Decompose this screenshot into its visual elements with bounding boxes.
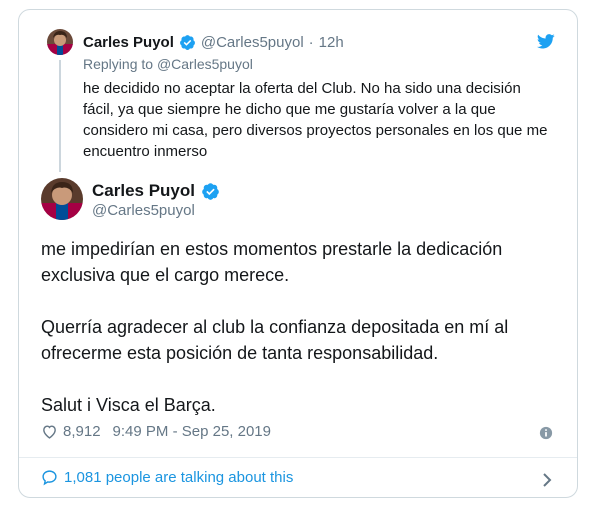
parent-author-handle[interactable]: @Carles5puyol [201,34,304,51]
tweet-paragraph: Querría agradecer al club la confianza d… [41,317,509,363]
divider [19,457,577,458]
heart-icon[interactable] [41,423,58,440]
parent-header: Carles Puyol @Carles5puyol · 12h [83,32,344,52]
twitter-bird-icon[interactable] [537,34,555,49]
info-icon[interactable] [539,426,553,440]
main-author-handle[interactable]: @Carles5puyol [92,202,195,219]
talking-about-text[interactable]: 1,081 people are talking about this [64,469,293,486]
replying-prefix: Replying to [83,56,154,72]
replying-handle[interactable]: @Carles5puyol [157,56,253,72]
parent-author-name[interactable]: Carles Puyol [83,34,174,51]
tweet-paragraph: Salut i Visca el Barça. [41,395,216,415]
tweet-meta: 8,912 9:49 PM - Sep 25, 2019 [41,423,271,440]
parent-timestamp[interactable]: 12h [319,34,344,51]
embedded-tweet-card: Carles Puyol @Carles5puyol · 12h Replyin… [18,9,578,498]
main-author-row: Carles Puyol [92,181,220,201]
verified-badge-icon [179,34,195,50]
like-count[interactable]: 8,912 [63,423,101,440]
parent-tweet[interactable]: Carles Puyol @Carles5puyol · 12h Replyin… [19,10,577,176]
main-tweet-text: me impedirían en estos momentos prestarl… [41,236,561,444]
replying-to-line: Replying to @Carles5puyol [83,56,253,72]
separator-dot: · [308,33,314,51]
comment-bubble-icon [42,470,57,486]
chevron-right-icon[interactable] [541,472,553,488]
main-author-name[interactable]: Carles Puyol [92,181,195,201]
talking-about-link[interactable]: 1,081 people are talking about this [41,469,293,486]
tweet-timestamp[interactable]: 9:49 PM - Sep 25, 2019 [113,423,271,440]
tweet-paragraph: me impedirían en estos momentos prestarl… [41,239,503,285]
parent-tweet-text: he decidido no aceptar la oferta del Clu… [83,80,548,160]
main-avatar[interactable] [41,178,83,220]
verified-badge-icon [202,182,219,200]
parent-avatar[interactable] [47,29,73,55]
thread-line [59,60,61,172]
